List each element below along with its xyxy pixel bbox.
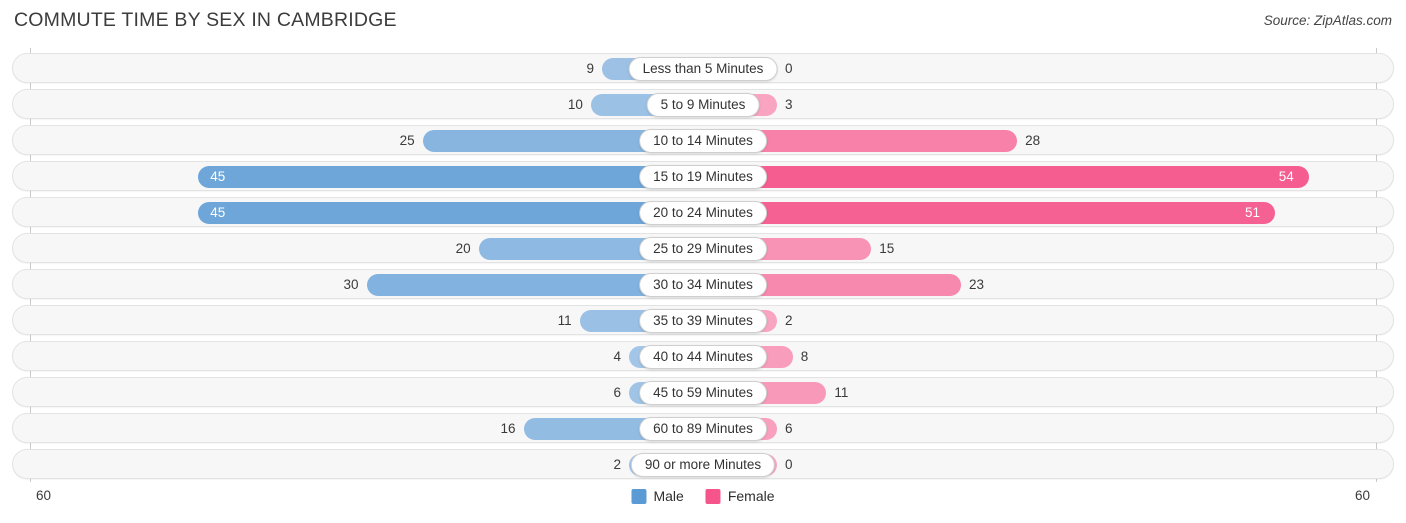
bar-male: [198, 202, 703, 224]
bar-male: [198, 166, 703, 188]
bar-value-male: 30: [343, 277, 359, 292]
chart-header: COMMUTE TIME BY SEX IN CAMBRIDGE Source:…: [0, 0, 1406, 42]
bar-value-male: 20: [455, 241, 471, 256]
category-label: 25 to 29 Minutes: [639, 237, 767, 261]
table-row: 20 15 25 to 29 Minutes: [12, 233, 1394, 263]
legend-swatch-icon: [631, 488, 647, 504]
bar-value-female: 0: [785, 61, 793, 76]
axis-tick-right: 60: [1354, 488, 1370, 503]
category-label: 30 to 34 Minutes: [639, 273, 767, 297]
bar-value-male: 6: [613, 385, 621, 400]
category-label: Less than 5 Minutes: [628, 57, 778, 81]
category-label: 45 to 59 Minutes: [639, 381, 767, 405]
legend-label: Male: [653, 488, 684, 504]
bar-value-female: 2: [785, 313, 793, 328]
category-label: 90 or more Minutes: [630, 453, 776, 477]
table-row: 11 2 35 to 39 Minutes: [12, 305, 1394, 335]
bar-value-female: 15: [879, 241, 895, 256]
bar-value-female: 51: [1245, 205, 1261, 220]
bar-value-male: 11: [557, 313, 572, 328]
bar-value-female: 6: [785, 421, 793, 436]
chart-legend: Male Female: [631, 488, 775, 504]
table-row: 9 0 Less than 5 Minutes: [12, 53, 1394, 83]
bar-value-male: 45: [210, 169, 226, 184]
bar-value-female: 3: [785, 97, 793, 112]
category-label: 15 to 19 Minutes: [639, 165, 767, 189]
table-row: 45 51 20 to 24 Minutes: [12, 197, 1394, 227]
bar-value-male: 10: [567, 97, 583, 112]
bar-value-female: 54: [1278, 169, 1294, 184]
legend-swatch-icon: [705, 488, 721, 504]
chart-footer: 60 60 Male Female: [0, 484, 1406, 523]
legend-item-female[interactable]: Female: [705, 488, 775, 504]
chart-root: COMMUTE TIME BY SEX IN CAMBRIDGE Source:…: [0, 0, 1406, 523]
axis-tick-left: 60: [36, 488, 52, 503]
plot-area: 9 0 Less than 5 Minutes 10 3 5 to 9 Minutes 25…: [0, 48, 1406, 482]
table-row: 4 8 40 to 44 Minutes: [12, 341, 1394, 371]
table-row: 25 28 10 to 14 Minutes: [12, 125, 1394, 155]
category-label: 5 to 9 Minutes: [646, 93, 760, 117]
bar-value-male: 2: [613, 457, 621, 472]
table-row: 16 6 60 to 89 Minutes: [12, 413, 1394, 443]
table-row: 45 54 15 to 19 Minutes: [12, 161, 1394, 191]
bar-value-male: 25: [399, 133, 415, 148]
source-attribution: Source: ZipAtlas.com: [1263, 13, 1392, 28]
bar-value-female: 23: [968, 277, 984, 292]
bar-value-female: 28: [1025, 133, 1041, 148]
bar-value-male: 4: [613, 349, 621, 364]
bar-value-female: 8: [800, 349, 809, 364]
bar-value-male: 45: [210, 205, 226, 220]
category-label: 20 to 24 Minutes: [639, 201, 767, 225]
page-title: COMMUTE TIME BY SEX IN CAMBRIDGE: [14, 9, 397, 31]
bar-female: [703, 166, 1309, 188]
category-label: 35 to 39 Minutes: [639, 309, 767, 333]
table-row: 30 23 30 to 34 Minutes: [12, 269, 1394, 299]
bar-value-female: 0: [785, 457, 793, 472]
bar-value-male: 9: [586, 61, 595, 76]
bar-female: [703, 202, 1276, 224]
table-row: 2 0 90 or more Minutes: [12, 449, 1394, 479]
legend-item-male[interactable]: Male: [631, 488, 684, 504]
legend-label: Female: [727, 488, 775, 504]
category-label: 60 to 89 Minutes: [639, 417, 767, 441]
bar-value-female: 11: [834, 385, 849, 400]
category-label: 40 to 44 Minutes: [639, 345, 767, 369]
category-label: 10 to 14 Minutes: [639, 129, 767, 153]
table-row: 6 11 45 to 59 Minutes: [12, 377, 1394, 407]
bar-value-male: 16: [500, 421, 516, 436]
table-row: 10 3 5 to 9 Minutes: [12, 89, 1394, 119]
